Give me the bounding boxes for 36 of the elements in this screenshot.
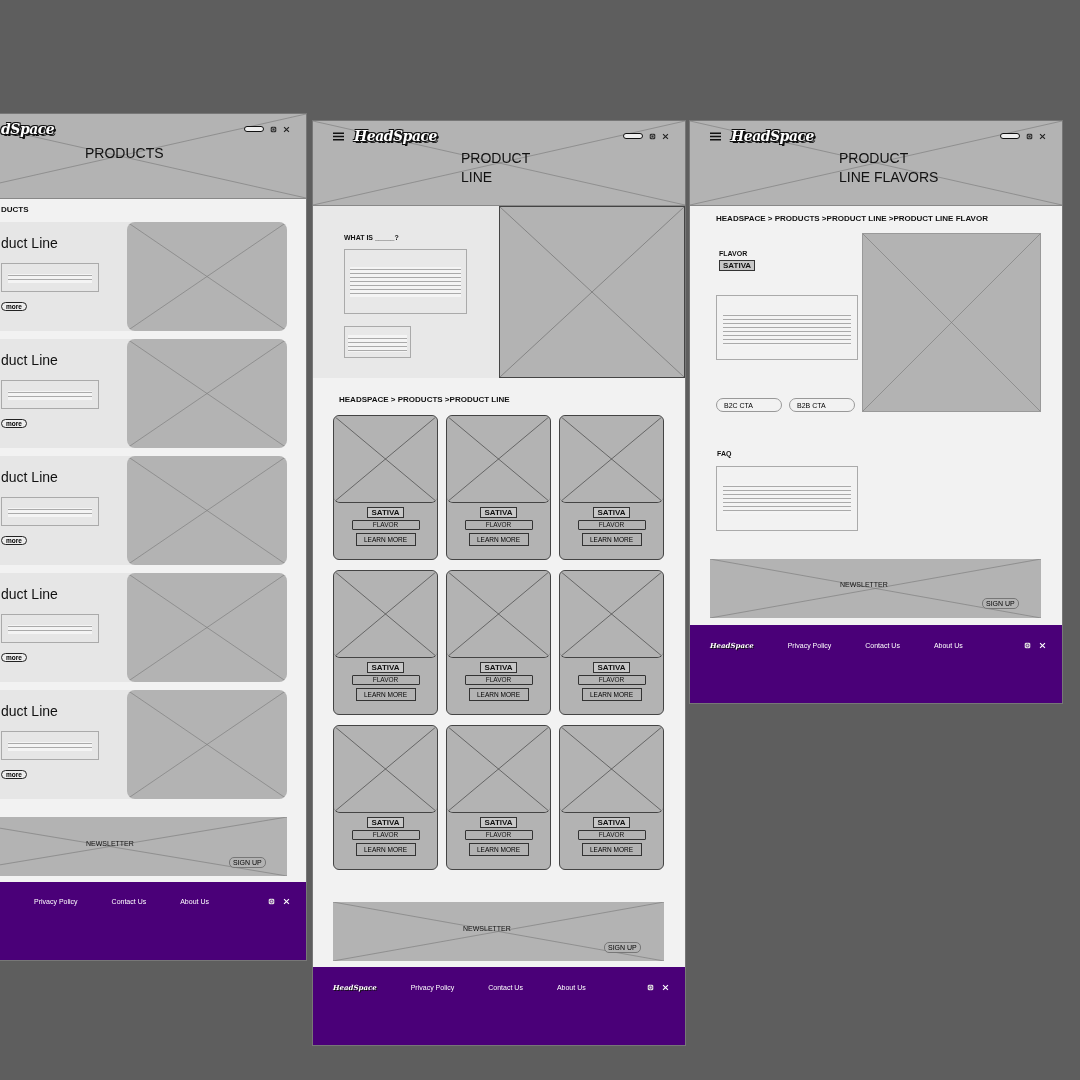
instagram-icon[interactable] xyxy=(1026,132,1033,140)
strain-tag: SATIVA xyxy=(593,507,630,518)
strain-tag: SATIVA xyxy=(480,817,517,828)
strain-tag: SATIVA xyxy=(593,662,630,673)
page-title: PRODUCT LINE xyxy=(461,149,531,187)
instagram-icon[interactable] xyxy=(270,125,277,133)
sign-up-button[interactable] xyxy=(1000,133,1020,139)
product-line-title: duct Line xyxy=(1,469,58,485)
strain-tag: SATIVA xyxy=(593,817,630,828)
product-line-title: duct Line xyxy=(1,703,58,719)
page-title: PRODUCTS xyxy=(85,144,164,163)
sign-up-button[interactable] xyxy=(623,133,643,139)
strain-tag: SATIVA xyxy=(367,662,404,673)
breadcrumb: DUCTS xyxy=(1,205,29,214)
product-line-title: duct Line xyxy=(1,235,58,251)
social-x-icon[interactable] xyxy=(1039,132,1046,140)
product-line-title: duct Line xyxy=(1,352,58,368)
strain-tag: SATIVA xyxy=(367,507,404,518)
strain-tag: SATIVA xyxy=(480,662,517,673)
strain-tag: SATIVA xyxy=(367,817,404,828)
breadcrumb: HEADSPACE > PRODUCTS >PRODUCT LINE >PRODUCT LINE FLAVOR xyxy=(716,214,988,223)
text-placeholder xyxy=(344,326,411,358)
strain-tag: SATIVA xyxy=(480,507,517,518)
strain-tag: SATIVA xyxy=(719,260,756,271)
instagram-icon[interactable] xyxy=(649,132,656,140)
sign-up-button[interactable] xyxy=(244,126,264,132)
product-line-title: duct Line xyxy=(1,586,58,602)
menu-icon[interactable] xyxy=(333,131,344,141)
instagram-icon[interactable] xyxy=(268,898,275,905)
social-x-icon[interactable] xyxy=(662,132,669,140)
social-x-icon[interactable] xyxy=(283,125,290,133)
page-title: PRODUCT LINE FLAVORS xyxy=(839,149,939,187)
menu-icon[interactable] xyxy=(710,131,721,141)
instagram-icon[interactable] xyxy=(1024,642,1031,649)
instagram-icon[interactable] xyxy=(647,984,654,991)
breadcrumb: HEADSPACE > PRODUCTS >PRODUCT LINE xyxy=(339,395,510,404)
